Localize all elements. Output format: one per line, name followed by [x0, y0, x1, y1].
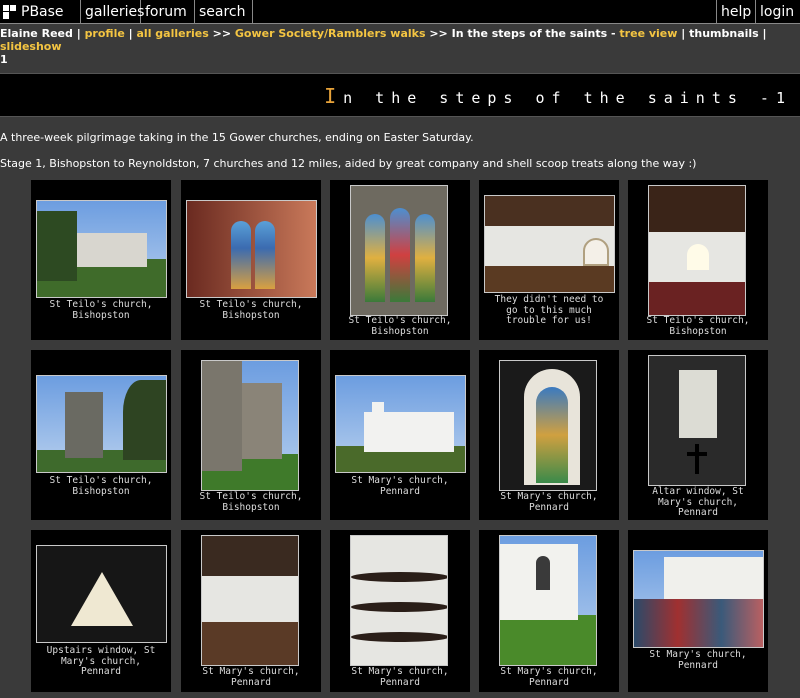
thumbnail-caption: St Teilo's church, Bishopston [49, 475, 153, 497]
breadcrumb: Elaine Reed | profile | all galleries >>… [0, 27, 800, 66]
thumbnail-caption: Altar window, St Mary's church, Pennard [652, 486, 744, 518]
thumbnail-image[interactable] [36, 200, 167, 298]
thumbnail-card[interactable]: St Teilo's church, Bishopston [330, 180, 470, 340]
thumbnail-image[interactable] [499, 360, 597, 491]
gallery-description-line-1: A three-week pilgrimage taking in the 15… [0, 131, 474, 144]
thumbnail-card[interactable]: St Mary's church, Pennard [479, 350, 619, 520]
thumbnail-image[interactable] [350, 535, 448, 666]
thumbnail-caption: St Teilo's church, Bishopston [49, 299, 153, 321]
nav-login[interactable]: login [756, 0, 800, 24]
breadcrumb-arrow: >> [208, 27, 235, 40]
breadcrumb-wrap: 1 [0, 53, 8, 66]
tree-view-link[interactable]: tree view [619, 27, 677, 40]
thumbnail-image[interactable] [648, 355, 746, 486]
breadcrumb-separator: | [124, 27, 137, 40]
nav-search[interactable]: search [195, 0, 253, 24]
thumbnail-card[interactable]: St Teilo's church, Bishopston [31, 350, 171, 520]
thumbnail-caption: St Mary's church, Pennard [351, 475, 449, 497]
thumbnail-card[interactable]: Upstairs window, St Mary's church, Pennard [31, 530, 171, 692]
thumbnail-card[interactable]: St Mary's church, Pennard [181, 530, 321, 692]
thumbnail-card[interactable]: St Mary's church, Pennard [330, 530, 470, 692]
gower-society-link[interactable]: Gower Society/Ramblers walks [235, 27, 426, 40]
thumbnail-image[interactable] [186, 200, 317, 298]
thumbnails-view-current: thumbnails [689, 27, 759, 40]
pbase-logo[interactable]: PBase [0, 0, 81, 24]
thumbnail-image[interactable] [484, 195, 615, 293]
top-nav-bar: PBase galleries forum search help login [0, 0, 800, 24]
thumbnail-image[interactable] [201, 535, 299, 666]
thumbnail-caption: St Mary's church, Pennard [202, 666, 300, 688]
breadcrumb-separator: | [677, 27, 690, 40]
title-first-letter: I [324, 84, 344, 108]
thumbnail-caption: Upstairs window, St Mary's church, Pennard [46, 645, 156, 677]
thumbnail-caption: St Mary's church, Pennard [500, 666, 598, 688]
thumbnail-caption: They didn't need to go to this much troubl… [494, 294, 604, 326]
gallery-title: In the steps of the saints -1 [324, 84, 792, 108]
thumbnail-image[interactable] [335, 375, 466, 473]
all-galleries-link[interactable]: all galleries [137, 27, 209, 40]
thumbnail-card[interactable]: Altar window, St Mary's church, Pennard [628, 350, 768, 520]
title-rest: n the steps of the saints -1 [343, 89, 792, 107]
slideshow-link[interactable]: slideshow [0, 40, 62, 53]
thumbnail-card[interactable]: St Teilo's church, Bishopston [628, 180, 768, 340]
breadcrumb-current: In the steps of the saints - [451, 27, 620, 40]
thumbnail-caption: St Teilo's church, Bishopston [348, 315, 452, 337]
thumbnail-card[interactable]: St Teilo's church, Bishopston [181, 180, 321, 340]
thumbnail-card[interactable]: St Mary's church, Pennard [330, 350, 470, 520]
breadcrumb-user: Elaine Reed [0, 27, 73, 40]
nav-help[interactable]: help [716, 0, 756, 24]
thumbnail-image[interactable] [499, 535, 597, 666]
thumbnail-image[interactable] [633, 550, 764, 648]
thumbnail-image[interactable] [648, 185, 746, 316]
thumbnail-image[interactable] [36, 375, 167, 473]
gallery-title-bar: In the steps of the saints -1 [0, 73, 800, 117]
thumbnail-caption: St Teilo's church, Bishopston [199, 491, 303, 513]
thumbnail-card[interactable]: St Teilo's church, Bishopston [181, 350, 321, 520]
thumbnail-card[interactable]: St Mary's church, Pennard [479, 530, 619, 692]
thumbnail-card[interactable]: St Mary's church, Pennard [628, 530, 768, 692]
thumbnail-card[interactable]: St Teilo's church, Bishopston [31, 180, 171, 340]
logo-text: PBase [21, 4, 64, 20]
pbase-logo-icon [2, 3, 19, 21]
thumbnail-card[interactable]: They didn't need to go to this much troubl… [479, 180, 619, 340]
breadcrumb-arrow: >> [425, 27, 452, 40]
thumbnail-image[interactable] [350, 185, 448, 316]
thumbnail-caption: St Mary's church, Pennard [500, 491, 598, 513]
gallery-description-line-2: Stage 1, Bishopston to Reynoldston, 7 ch… [0, 157, 697, 170]
nav-forum[interactable]: forum [141, 0, 195, 24]
thumbnail-image[interactable] [201, 360, 299, 491]
thumbnail-caption: St Teilo's church, Bishopston [199, 299, 303, 321]
nav-galleries[interactable]: galleries [81, 0, 144, 24]
thumbnail-caption: St Mary's church, Pennard [351, 666, 449, 688]
thumbnail-image[interactable] [36, 545, 167, 643]
profile-link[interactable]: profile [85, 27, 125, 40]
breadcrumb-separator: | [758, 27, 767, 40]
breadcrumb-separator: | [72, 27, 85, 40]
thumbnail-caption: St Mary's church, Pennard [649, 649, 747, 671]
thumbnail-caption: St Teilo's church, Bishopston [646, 315, 750, 337]
